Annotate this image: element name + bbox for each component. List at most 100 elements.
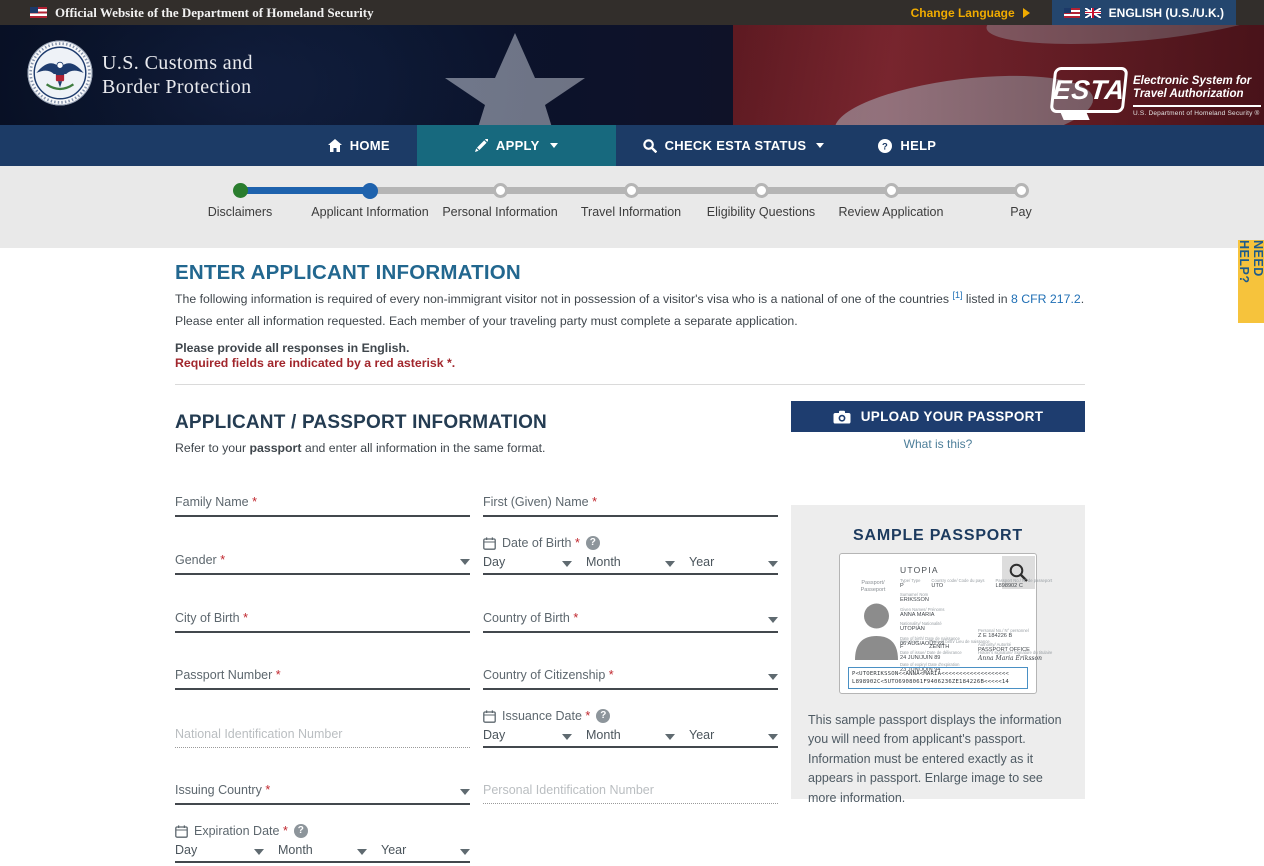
dhs-seal-icon xyxy=(27,40,93,106)
birth-month-select[interactable]: Month xyxy=(586,555,675,569)
us-flag-icon xyxy=(30,7,47,18)
chevron-down-icon xyxy=(254,849,264,855)
passport-number-field[interactable]: Passport Number * xyxy=(175,658,470,690)
issuance-month-select[interactable]: Month xyxy=(586,728,675,742)
step-label-review-application: Review Application xyxy=(816,205,966,219)
city-of-birth-field[interactable]: City of Birth * xyxy=(175,601,470,633)
nav-item-home[interactable]: HOME xyxy=(301,125,417,166)
need-help-tab[interactable]: NEED HELP? xyxy=(1238,240,1264,323)
divider xyxy=(1133,105,1261,107)
chevron-down-icon xyxy=(816,143,824,148)
first-name-field[interactable]: First (Given) Name * xyxy=(483,485,778,517)
birth-day-select[interactable]: Day xyxy=(483,555,572,569)
field-placeholder: Personal Identification Number xyxy=(483,784,654,797)
family-name-field[interactable]: Family Name * xyxy=(175,485,470,517)
required-asterisk: * xyxy=(609,668,614,682)
help-tooltip-icon[interactable]: ? xyxy=(294,824,308,838)
language-selector[interactable]: ENGLISH (U.S./U.K.) xyxy=(1052,0,1236,25)
chevron-down-icon xyxy=(768,674,778,680)
field-label: Issuing Country * xyxy=(175,784,270,797)
what-is-this-link[interactable]: What is this? xyxy=(791,437,1085,451)
calendar-icon xyxy=(175,825,188,838)
svg-text:?: ? xyxy=(882,141,888,152)
issuance-day-select[interactable]: Day xyxy=(483,728,572,742)
divider xyxy=(175,384,1085,385)
step-label-disclaimers[interactable]: Disclaimers xyxy=(165,205,315,219)
intro-paragraph: The following information is required of… xyxy=(175,288,1087,332)
language-selected-label: ENGLISH (U.S./U.K.) xyxy=(1109,6,1224,20)
progress-stepper: Disclaimers Applicant Information Person… xyxy=(0,166,1264,248)
passport-mrz: P<UTOERIKSSON<<ANNA<MARIA<<<<<<<<<<<<<<<… xyxy=(848,667,1028,689)
expiration-year-select[interactable]: Year xyxy=(381,843,470,857)
nav-item-help[interactable]: ? HELP xyxy=(851,125,963,166)
step-dot-travel-information xyxy=(624,183,639,198)
footnote-link[interactable]: [1] xyxy=(952,290,962,300)
page-title: ENTER APPLICANT INFORMATION xyxy=(175,261,521,285)
field-label: Expiration Date * xyxy=(194,824,288,838)
chevron-down-icon xyxy=(357,849,367,855)
chevron-down-icon xyxy=(665,561,675,567)
national-id-field: National Identification Number xyxy=(175,716,470,748)
required-fields-note: Required fields are indicated by a red a… xyxy=(175,356,455,370)
intro-text: The following information is required of… xyxy=(175,292,952,306)
chevron-down-icon xyxy=(460,849,470,855)
country-of-birth-select[interactable]: Country of Birth * xyxy=(483,601,778,633)
issuing-country-select[interactable]: Issuing Country * xyxy=(175,773,470,805)
agency-name-line2: Border Protection xyxy=(102,75,253,99)
help-icon: ? xyxy=(878,139,892,153)
official-site-text: Official Website of the Department of Ho… xyxy=(55,5,374,21)
field-label: Country of Citizenship * xyxy=(483,669,614,682)
nav-item-label: HOME xyxy=(350,138,390,153)
esta-monitor-icon: ESTA xyxy=(1050,67,1129,113)
field-label: Country of Birth * xyxy=(483,612,578,625)
issuance-year-select[interactable]: Year xyxy=(689,728,778,742)
nav-item-check-esta-status[interactable]: CHECK ESTA STATUS xyxy=(616,125,852,166)
required-asterisk: * xyxy=(243,611,248,625)
esta-tagline-line1: Electronic System for xyxy=(1133,75,1261,88)
chevron-down-icon xyxy=(665,734,675,740)
passport-signature: Holder's signature/ Signature du titulai… xyxy=(978,650,1052,662)
section-title: APPLICANT / PASSPORT INFORMATION xyxy=(175,412,547,434)
chevron-down-icon xyxy=(768,617,778,623)
subtitle-passport-bold: passport xyxy=(250,441,302,455)
help-tooltip-icon[interactable]: ? xyxy=(586,536,600,550)
upload-button-label: UPLOAD YOUR PASSPORT xyxy=(861,409,1044,424)
step-dot-applicant-information[interactable] xyxy=(362,183,378,199)
esta-logo: ESTA Electronic System for Travel Author… xyxy=(1052,67,1261,117)
required-asterisk: * xyxy=(283,824,288,838)
expiration-month-select[interactable]: Month xyxy=(278,843,367,857)
expiration-date-group: Expiration Date * ? Day Month Year xyxy=(175,824,470,863)
pencil-icon xyxy=(475,139,488,152)
esta-tagline-line2: Travel Authorization xyxy=(1133,88,1261,101)
step-dot-eligibility-questions xyxy=(754,183,769,198)
nav-item-label: APPLY xyxy=(496,138,540,153)
country-of-citizenship-select[interactable]: Country of Citizenship * xyxy=(483,658,778,690)
arrow-right-icon xyxy=(1023,8,1030,18)
help-tooltip-icon[interactable]: ? xyxy=(596,709,610,723)
step-dot-pay xyxy=(1014,183,1029,198)
step-label-applicant-information[interactable]: Applicant Information xyxy=(295,205,445,219)
upload-passport-button[interactable]: UPLOAD YOUR PASSPORT xyxy=(791,401,1085,432)
step-label-eligibility-questions: Eligibility Questions xyxy=(686,205,836,219)
cfr-link[interactable]: 8 CFR 217.2 xyxy=(1011,292,1081,306)
stepper-track-completed xyxy=(240,187,371,194)
esta-acronym: ESTA xyxy=(1052,77,1127,104)
nav-item-apply[interactable]: APPLY xyxy=(417,125,616,166)
gender-select[interactable]: Gender * xyxy=(175,543,470,575)
search-icon xyxy=(643,139,657,153)
cbp-logo[interactable]: U.S. Customs and Border Protection xyxy=(0,25,330,125)
uk-flag-icon xyxy=(1085,8,1101,18)
required-asterisk: * xyxy=(585,709,590,723)
required-asterisk: * xyxy=(252,495,257,509)
sample-passport-image[interactable]: Passport/Passeport UTOPIA Type/ TypeP Co… xyxy=(839,553,1037,694)
birth-year-select[interactable]: Year xyxy=(689,555,778,569)
expiration-day-select[interactable]: Day xyxy=(175,843,264,857)
site-header: U.S. Customs and Border Protection ESTA … xyxy=(0,25,1264,125)
esta-subtitle: U.S. Department of Homeland Security ® xyxy=(1133,110,1261,117)
field-label: First (Given) Name * xyxy=(483,496,597,509)
change-language-button[interactable]: Change Language xyxy=(911,6,1030,20)
step-dot-personal-information xyxy=(493,183,508,198)
change-language-label: Change Language xyxy=(911,6,1015,20)
step-dot-disclaimers[interactable] xyxy=(233,183,248,198)
field-label: Family Name * xyxy=(175,496,257,509)
